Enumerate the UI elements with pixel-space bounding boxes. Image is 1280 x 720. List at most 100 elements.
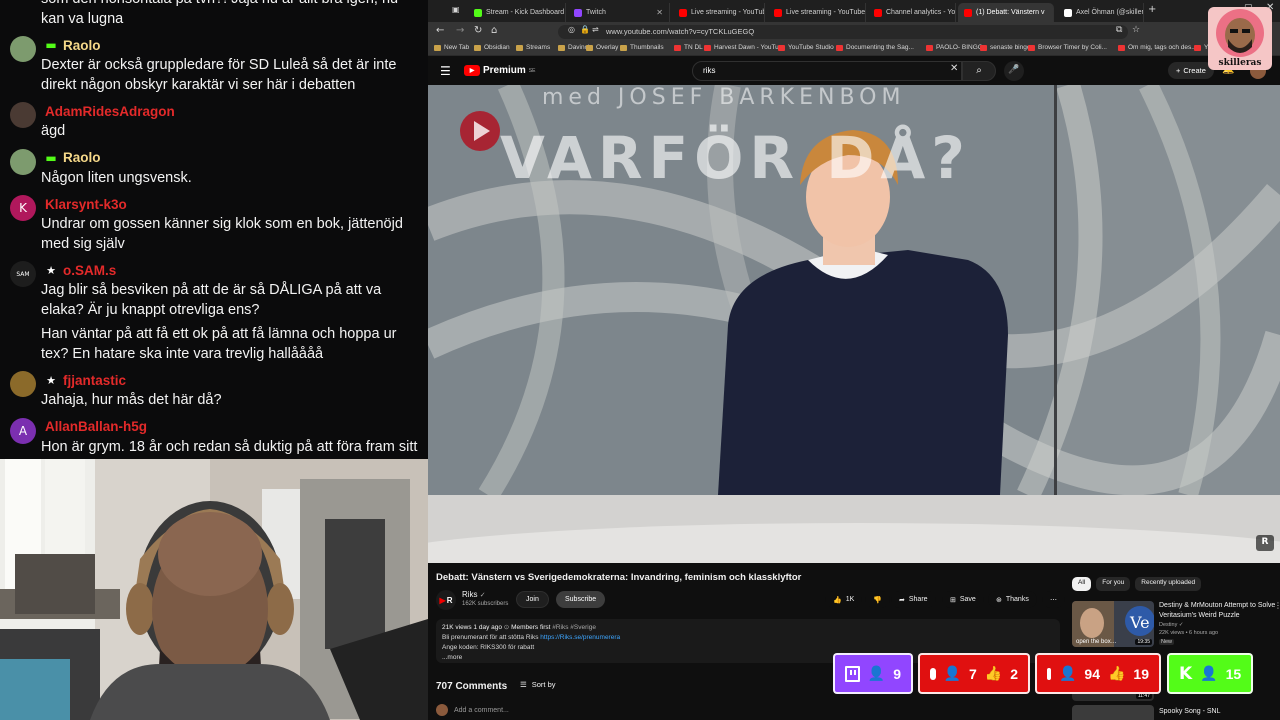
bookmark-item[interactable]: Browser Timer by Coli...	[1028, 44, 1107, 51]
bookmark-item[interactable]: Om mig, tags och des...	[1118, 44, 1197, 51]
permissions-icon[interactable]: ⇌	[592, 25, 599, 34]
chat-user-avatar[interactable]	[10, 148, 36, 175]
search-input[interactable]: riks	[692, 61, 962, 81]
filter-chip[interactable]: For you	[1096, 577, 1131, 591]
more-actions-button[interactable]: ⋯	[1042, 591, 1065, 608]
site-info-icon[interactable]: ◎	[568, 25, 575, 34]
browser-tab[interactable]: Channel analytics - YouTu✕	[868, 3, 956, 22]
bookmark-item[interactable]: New Tab	[434, 44, 469, 51]
url-field[interactable]: www.youtube.com/watch?v=cyTCKLuGEGQ	[558, 25, 1128, 39]
join-button[interactable]: Join	[516, 591, 549, 608]
chat-message-header: Klarsynt-k3o	[41, 193, 418, 215]
thanks-button[interactable]: ⊛ Thanks	[988, 591, 1037, 608]
likes-icon: 👍	[1107, 665, 1126, 681]
clear-search-icon[interactable]: ✕	[950, 63, 958, 74]
home-icon[interactable]: ⌂	[491, 25, 497, 36]
chat-username[interactable]: fjjantastic	[63, 373, 126, 388]
subscribe-button[interactable]: Subscribe	[556, 591, 606, 608]
channel-name[interactable]: Riks ✓	[462, 590, 486, 599]
chat-message-text: Någon liten ungsvensk.	[41, 169, 192, 186]
bookmark-item[interactable]: TN DL	[674, 44, 703, 51]
chat-username[interactable]: AdamRidesAdragon	[45, 104, 175, 119]
bookmark-label: PAOLO- BINGO	[936, 44, 983, 51]
close-tab-icon[interactable]: ✕	[1048, 8, 1053, 17]
dislike-button[interactable]: 👎	[865, 591, 890, 608]
browser-tab[interactable]: (1) Debatt: Vänstern v✕	[958, 3, 1054, 22]
chat-user-avatar[interactable]	[10, 36, 36, 62]
youtube-logo-text: Premium	[483, 65, 526, 76]
add-comment-placeholder: Add a comment...	[454, 706, 509, 714]
browser-tab[interactable]: Axel Öhman (@skilleras) |✕	[1058, 3, 1144, 22]
browser-tab[interactable]: Stream - Kick Dashboard✕	[468, 3, 566, 22]
bookmark-star-icon[interactable]: ☆	[1132, 25, 1140, 35]
hamburger-menu-icon[interactable]: ☰	[440, 64, 451, 78]
bookmark-item[interactable]: Documenting the Sag...	[836, 44, 914, 51]
add-comment-field[interactable]: Add a comment...	[436, 704, 509, 716]
browser-tab[interactable]: Live streaming - YouTube✕	[673, 3, 765, 22]
sort-comments-button[interactable]: ☰ Sort by	[520, 680, 556, 689]
bookmark-item[interactable]: Davinci	[558, 44, 589, 51]
bookmark-item[interactable]: Overlay	[586, 44, 618, 51]
address-bar-row: ← → ↻ ⌂ www.youtube.com/watch?v=cyTCKLuG…	[428, 22, 1280, 42]
bookmark-item[interactable]: PAOLO- BINGO	[926, 44, 983, 51]
chat-user-avatar[interactable]: SAM	[10, 261, 36, 287]
bookmark-item[interactable]: YouTube Studio	[778, 44, 834, 51]
bookmark-item[interactable]: Harvest Dawn - YouTu...	[704, 44, 784, 51]
voice-search-button[interactable]: 🎤	[1004, 61, 1024, 81]
video-player[interactable]: med JOSEF BARKENBOM VARFÖR DÅ? R	[428, 85, 1280, 563]
recommended-video[interactable]: Ve open the box… 19:35 Destiny & MrMouto…	[1072, 601, 1280, 653]
channel-watermark[interactable]: R	[1256, 535, 1274, 551]
chat-user-avatar[interactable]: K	[10, 195, 36, 221]
reload-icon[interactable]: ↻	[474, 25, 482, 36]
new-tab-icon[interactable]: +	[1148, 4, 1156, 15]
description-link[interactable]: https://Riks.se/prenumerera	[540, 634, 620, 641]
chat-user-avatar[interactable]	[10, 371, 36, 397]
close-tab-icon[interactable]: ✕	[652, 8, 663, 17]
youtube-premium-logo[interactable]: ▶ Premium SE	[464, 65, 535, 76]
browser-tab[interactable]: Live streaming - YouTube✕	[768, 3, 866, 22]
tab-list-icon[interactable]: ▣	[452, 5, 460, 14]
rec-duration: 19:35	[1135, 639, 1152, 645]
filter-chip[interactable]: Recently uploaded	[1135, 577, 1202, 591]
chat-username[interactable]: Raolo	[63, 38, 101, 53]
search-button[interactable]: ⌕	[962, 61, 996, 81]
like-button[interactable]: 👍 1K	[825, 591, 863, 608]
rec-thumbnail[interactable]: Ve open the box… 19:35	[1072, 601, 1154, 647]
description-code: Ange koden: RIKS300 för rabatt	[442, 644, 535, 651]
bookmark-item[interactable]: Streams	[516, 44, 550, 51]
chat-user-avatar[interactable]: A	[10, 417, 36, 444]
translate-icon[interactable]: ⧉	[1116, 25, 1122, 35]
channel-avatar[interactable]: ▶ R	[436, 590, 456, 610]
comments-count: 707 Comments	[436, 681, 508, 692]
chat-user-avatar[interactable]	[10, 102, 36, 128]
chat-message: ★ fjjantastic Jahaja, hur mås det här då?	[0, 369, 428, 411]
bookmark-label: Obsidian	[484, 44, 510, 51]
search-icon: ⌕	[976, 65, 982, 76]
rec-title: Destiny & MrMouton Attempt to Solve Veri…	[1159, 602, 1276, 619]
share-button[interactable]: ➦ Share	[891, 591, 936, 608]
rec-thumbnail[interactable]	[1072, 705, 1154, 720]
bookmark-item[interactable]: senaste bingon	[980, 44, 1034, 51]
youtube-icon	[1047, 667, 1059, 680]
chat-username[interactable]: AllanBallan-h5g	[45, 419, 147, 434]
save-button[interactable]: ⊞ Save	[942, 591, 984, 608]
filter-chip[interactable]: All	[1072, 577, 1092, 591]
chat-message: A AllanBallan-h5g Hon är grym. 18 år och r…	[0, 416, 428, 459]
bookmark-item[interactable]: Obsidian	[474, 44, 510, 51]
rec-meta: 22K views • 6 hours ago	[1159, 630, 1219, 636]
chat-username[interactable]: o.SAM.s	[63, 263, 116, 278]
chat-username[interactable]: Klarsynt-k3o	[45, 197, 127, 212]
back-icon[interactable]: ←	[436, 25, 444, 36]
bookmark-item[interactable]: Thumbnails	[620, 44, 664, 51]
recommended-video[interactable]: Spooky Song - SNL	[1072, 705, 1280, 720]
description-tags[interactable]: #Riks #Sverige	[552, 624, 596, 631]
channel-subscribers: 162K subscribers	[462, 601, 509, 607]
rec-title: Spooky Song - SNL	[1159, 708, 1221, 715]
chat-username[interactable]: Raolo	[63, 150, 101, 165]
tab-favicon-icon	[679, 8, 687, 17]
chat-message-partial: som den nonsontala på tvn?! Jaja nu är a…	[0, 0, 428, 29]
lock-icon[interactable]: 🔒	[580, 25, 590, 34]
browser-tab[interactable]: Twitch ✕	[568, 3, 670, 22]
bookmark-favicon-icon	[778, 44, 785, 51]
forward-icon[interactable]: →	[456, 25, 464, 36]
